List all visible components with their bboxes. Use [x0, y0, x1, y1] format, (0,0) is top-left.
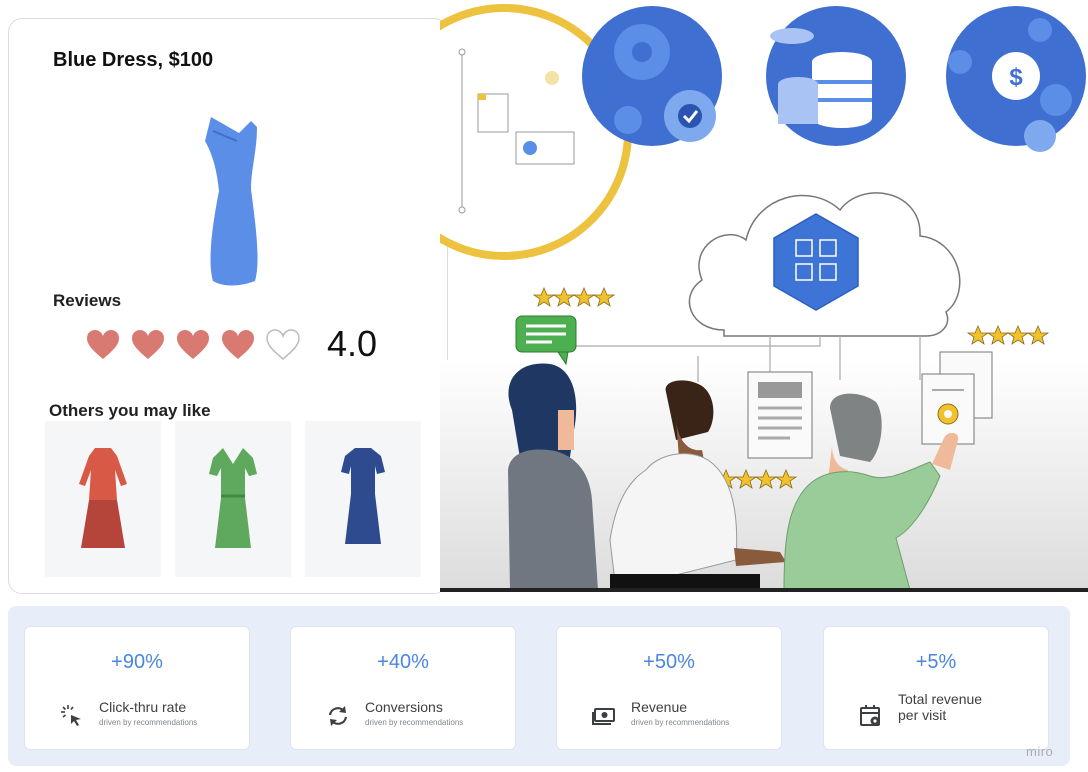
metric-value: +50%: [643, 651, 695, 673]
metric-label: Revenue: [631, 699, 688, 715]
chat-bubble-icon: [515, 315, 577, 366]
database-circle-icon: [766, 6, 906, 146]
miro-watermark: miro: [1026, 744, 1054, 759]
metric-card-revenue-per-visit: +5% Total revenue per visit: [823, 626, 1049, 750]
product-card: Blue Dress, $100 Reviews 4.0 Others you …: [8, 18, 448, 594]
heart-filled-icon: [177, 330, 209, 359]
heart-filled-icon: [132, 330, 164, 359]
metric-value: +5%: [915, 651, 957, 673]
star-rating-icon: [966, 324, 1050, 345]
metric-sublabel: driven by recommendations: [365, 718, 464, 727]
heart-empty-icon: [266, 329, 300, 360]
svg-text:$: $: [1009, 64, 1023, 91]
heart-filled-icon: [87, 330, 119, 359]
document-icon: [747, 371, 813, 459]
metric-label: Total revenue: [898, 691, 983, 707]
metric-label: Conversions: [365, 699, 443, 715]
gears-circle-icon: [582, 6, 722, 146]
star-rating-icon: [532, 286, 616, 307]
heart-filled-icon: [222, 330, 254, 359]
recommendation-tiles: [45, 421, 421, 577]
metrics-panel: +90% Click-thru rate driven by recommend…: [8, 606, 1070, 766]
calendar-gear-icon: [860, 705, 880, 726]
metric-sublabel: driven by recommendations: [99, 718, 198, 727]
navy-dress-image: [341, 448, 385, 544]
metric-card-click-thru: +90% Click-thru rate driven by recommend…: [24, 626, 250, 750]
recommendation-illustration: $: [440, 4, 1088, 591]
cloud-icon: [688, 192, 961, 337]
recommendations-heading: Others you may like: [49, 401, 211, 420]
product-title: Blue Dress, $100: [53, 49, 214, 71]
money-icon: [592, 708, 615, 725]
reviews-heading: Reviews: [53, 291, 122, 310]
cursor-click-icon: [61, 705, 81, 726]
metric-label-line2: per visit: [898, 707, 947, 723]
rating-value: 4.0: [327, 323, 378, 364]
metric-card-conversions: +40% Conversions driven by recommendatio…: [290, 626, 516, 750]
recommendation-tile-red-dress[interactable]: [45, 421, 161, 577]
rating-hearts: [85, 329, 301, 361]
users-dollar-circle-icon: $: [946, 6, 1086, 152]
red-dress-image: [79, 448, 127, 548]
blue-dress-image[interactable]: [199, 111, 269, 287]
refresh-icon: [328, 706, 348, 726]
metric-value: +40%: [377, 651, 429, 673]
metric-label: Click-thru rate: [99, 699, 187, 715]
floor-line: [440, 588, 1088, 592]
recommendation-tile-green-dress[interactable]: [175, 421, 291, 577]
green-dress-image: [209, 448, 257, 548]
metric-value: +90%: [111, 651, 163, 673]
recommendation-tile-navy-dress[interactable]: [305, 421, 421, 577]
metric-card-revenue: +50% Revenue driven by recommendations: [556, 626, 782, 750]
metric-sublabel: driven by recommendations: [631, 718, 730, 727]
